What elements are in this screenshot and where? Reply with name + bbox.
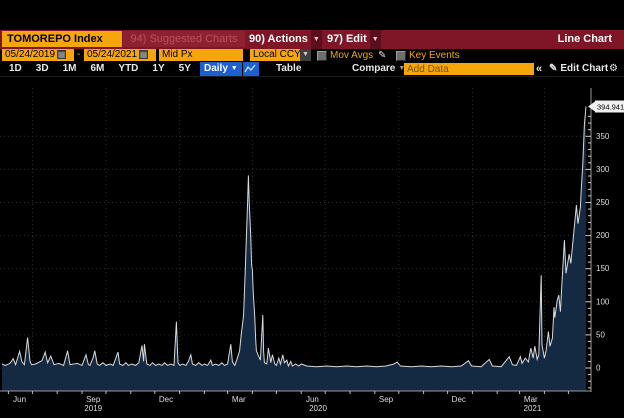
line-chart-icon — [244, 64, 256, 74]
x-year-label: 2020 — [309, 404, 327, 413]
area-fill — [2, 107, 586, 392]
security-field[interactable]: TOMOREPO Index — [2, 31, 122, 47]
range-tab-6m[interactable]: 6M — [84, 62, 112, 76]
x-month-label: Mar — [524, 395, 538, 404]
x-month-label: Mar — [232, 395, 246, 404]
range-tabs: 1D3D1M6MYTD1Y5YMax — [2, 62, 231, 76]
chart-svg: 0 50 100 150 200 250 300 350 Jun Sep Dec Mar Jun Sep D… — [0, 76, 624, 413]
x-year-label: 2021 — [524, 404, 542, 413]
x-month-label: Dec — [159, 395, 173, 404]
add-data-input[interactable] — [404, 63, 534, 75]
last-price-label: 394.941 — [597, 103, 624, 112]
key-events-checkbox[interactable] — [396, 51, 406, 61]
date-to-field[interactable]: 05/24/2021▦ — [84, 49, 156, 61]
y-tick-label: 350 — [596, 132, 610, 141]
title-bar: TOMOREPO Index 94) Suggested Charts 90) … — [0, 30, 624, 49]
settings-gear-button[interactable]: ⚙ — [609, 62, 618, 76]
calendar-icon[interactable]: ▦ — [57, 50, 66, 59]
table-button[interactable]: Table — [276, 62, 301, 76]
y-tick-label: 150 — [596, 264, 610, 273]
range-tab-1d[interactable]: 1D — [2, 62, 29, 76]
range-tab-3d[interactable]: 3D — [29, 62, 56, 76]
range-tab-1m[interactable]: 1M — [56, 62, 84, 76]
y-tick-label: 200 — [596, 231, 610, 240]
mov-avgs-pencil-icon[interactable]: ✎ — [378, 49, 386, 62]
pencil-icon: ✎ — [549, 63, 557, 74]
mov-avgs-checkbox[interactable] — [317, 51, 327, 61]
price-field-select[interactable]: Mid Px — [159, 49, 243, 61]
mov-avgs-label: Mov Avgs — [330, 49, 373, 62]
settings-row: 05/24/2019▦ - 05/24/2021▦ Mid Px Local C… — [0, 49, 624, 62]
caret-down-icon: ▼ — [370, 30, 381, 49]
x-month-label: Jun — [13, 395, 26, 404]
range-tab-5y[interactable]: 5Y — [172, 62, 198, 76]
edit-chart-button[interactable]: ✎Edit Chart — [549, 62, 608, 76]
x-year-label: 2019 — [84, 404, 102, 413]
x-month-label: Sep — [379, 395, 394, 404]
collapse-button[interactable]: « — [536, 62, 542, 76]
suggested-charts-button[interactable]: 94) Suggested Charts — [123, 31, 245, 47]
price-line — [2, 107, 586, 367]
y-tick-label: 250 — [596, 198, 610, 207]
view-label: Line Chart — [558, 30, 612, 49]
caret-down-icon: ▼ — [311, 30, 322, 49]
x-month-label: Sep — [86, 395, 101, 404]
chart-toolbar: 1D3D1M6MYTD1Y5YMax Daily ▼ Table Compare… — [0, 62, 624, 77]
date-from-field[interactable]: 05/24/2019▦ — [2, 49, 74, 61]
x-month-label: Dec — [452, 395, 466, 404]
y-tick-label: 100 — [596, 297, 610, 306]
last-price-marker: 394.941 — [588, 101, 624, 113]
range-tab-ytd[interactable]: YTD — [111, 62, 145, 76]
calendar-icon[interactable]: ▦ — [139, 50, 148, 59]
actions-button[interactable]: 90) Actions▼ — [249, 30, 322, 49]
line-chart-type-button[interactable] — [243, 62, 259, 76]
y-tick-label: 50 — [596, 330, 605, 339]
currency-select[interactable]: Local CCY — [250, 49, 300, 61]
period-select[interactable]: Daily ▼ — [200, 62, 242, 76]
x-month-label: Jun — [306, 395, 319, 404]
price-chart-plot[interactable]: 0 50 100 150 200 250 300 350 Jun Sep Dec Mar Jun Sep D… — [0, 76, 624, 413]
date-range-dash: - — [77, 49, 80, 61]
key-events-label: Key Events — [409, 49, 460, 62]
y-tick-label: 0 — [596, 364, 601, 373]
compare-button[interactable]: Compare▼ — [352, 62, 405, 76]
edit-button[interactable]: 97) Edit▼ — [327, 30, 381, 49]
range-tab-1y[interactable]: 1Y — [145, 62, 171, 76]
currency-dropdown-button[interactable]: ▼ — [300, 49, 311, 61]
y-tick-label: 300 — [596, 165, 610, 174]
